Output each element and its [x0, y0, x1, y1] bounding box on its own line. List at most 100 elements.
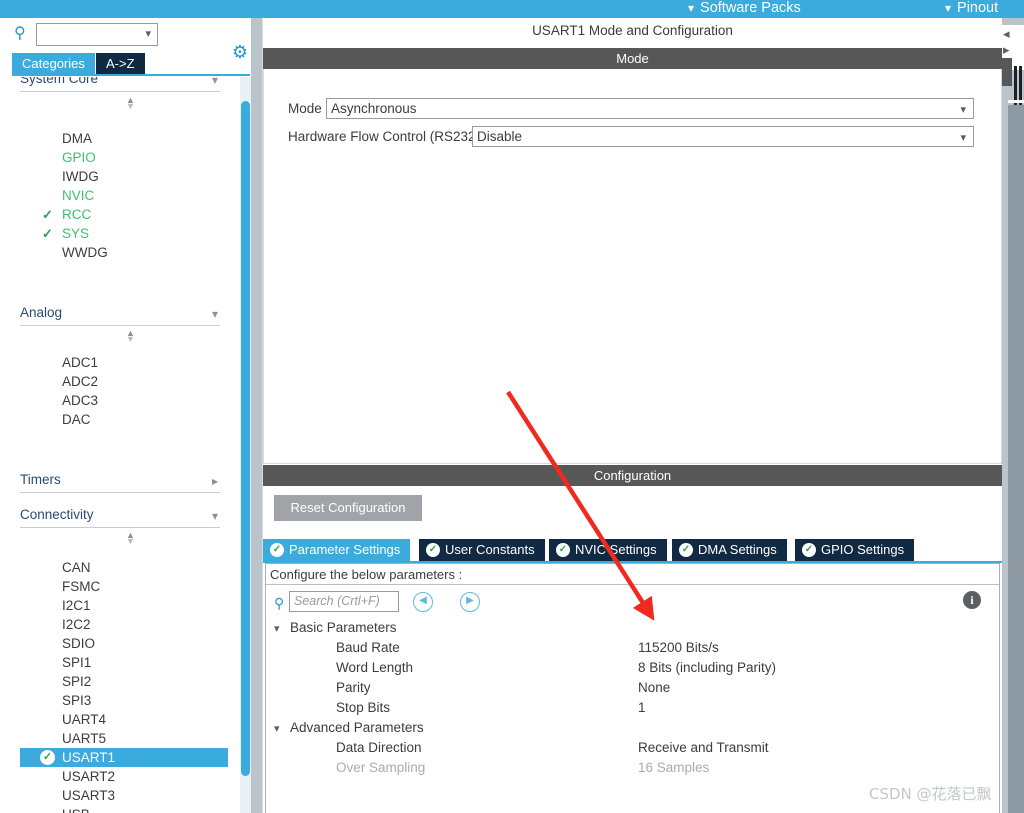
sidebar-scrollbar-thumb[interactable]: [241, 101, 250, 776]
sidebar-item-nvic[interactable]: NVIC: [20, 186, 228, 205]
sidebar-item-spi1[interactable]: SPI1: [20, 653, 228, 672]
param-value-word-length[interactable]: 8 Bits (including Parity): [638, 658, 968, 678]
sidebar-splitter[interactable]: [251, 18, 262, 813]
reset-configuration-button[interactable]: Reset Configuration: [274, 495, 422, 521]
group-label-system-core: System Core: [20, 77, 99, 86]
sidebar-item-i2c2[interactable]: I2C2: [20, 615, 228, 634]
param-group-label: Basic Parameters: [290, 620, 397, 635]
sidebar-item-label: GPIO: [62, 150, 96, 165]
sidebar-item-label: SPI3: [62, 693, 92, 708]
sidebar-item-sdio[interactable]: SDIO: [20, 634, 228, 653]
tab-a-to-z[interactable]: A->Z: [96, 53, 145, 74]
sidebar-item-label: DAC: [62, 412, 91, 427]
right-gutter-panel[interactable]: [1008, 105, 1024, 813]
info-icon[interactable]: i: [963, 591, 981, 609]
param-value-over-sampling: 16 Samples: [638, 760, 710, 775]
group-header-analog[interactable]: Analog ▾: [20, 303, 220, 326]
parameter-search-input[interactable]: Search (Crtl+F): [289, 591, 399, 612]
sidebar-item-usart2[interactable]: USART2: [20, 767, 228, 786]
sidebar-item-adc1[interactable]: ADC1: [20, 353, 228, 372]
sidebar-item-label: IWDG: [62, 169, 99, 184]
param-group-label: Advanced Parameters: [290, 720, 424, 735]
sidebar-item-label: RCC: [62, 207, 92, 222]
sidebar-item-gpio[interactable]: GPIO: [20, 148, 228, 167]
param-group-basic-parameters[interactable]: ▾ Basic Parameters: [274, 618, 974, 638]
sidebar-item-label: SYS: [62, 226, 90, 241]
right-gutter-marker: [1002, 58, 1012, 86]
sidebar-tabs-underline: [12, 74, 250, 76]
scroll-spinner-system-core[interactable]: ▲ ▼: [124, 96, 137, 111]
parameter-hint: Configure the below parameters :: [266, 564, 999, 585]
tab-nvic-settings[interactable]: ✓ NVIC Settings: [549, 539, 668, 561]
sidebar-item-sys[interactable]: ✓ SYS: [20, 224, 228, 243]
sidebar-item-uart5[interactable]: UART5: [20, 729, 228, 748]
sidebar-item-label: SPI1: [62, 655, 92, 670]
watermark: CSDN @花落已飘: [869, 785, 992, 803]
sidebar-item-usb[interactable]: USB: [20, 805, 228, 813]
hardware-flow-control-select[interactable]: Disable ▾: [472, 126, 974, 147]
sidebar-search-row: ⚲ ▾: [0, 18, 255, 52]
chevron-down-icon: ▾: [274, 723, 280, 735]
sidebar-item-spi2[interactable]: SPI2: [20, 672, 228, 691]
sidebar-item-dma[interactable]: DMA: [20, 129, 228, 148]
sidebar-item-usart1[interactable]: ✓ USART1: [20, 748, 228, 767]
sidebar-item-usart3[interactable]: USART3: [20, 786, 228, 805]
peripheral-sidebar: ⚲ ▾ ⚙ Categories A->Z System Core ▾ ▲ ▼ D…: [0, 18, 255, 813]
scroll-spinner-connectivity[interactable]: ▲ ▼: [124, 531, 137, 546]
sidebar-item-wwdg[interactable]: WWDG: [20, 243, 228, 262]
pinout-menu[interactable]: ▾ Pinout: [945, 0, 998, 18]
sidebar-item-rcc[interactable]: ✓ RCC: [20, 205, 228, 224]
sidebar-item-iwdg[interactable]: IWDG: [20, 167, 228, 186]
group-header-connectivity[interactable]: Connectivity ▾: [20, 505, 220, 528]
spinner-down-icon: ▼: [126, 536, 135, 546]
tab-user-constants[interactable]: ✓ User Constants: [419, 539, 546, 561]
software-packs-label: Software Packs: [700, 0, 801, 16]
sidebar-item-label: FSMC: [62, 579, 101, 594]
collapse-left-icon[interactable]: ◂: [1003, 26, 1015, 42]
mode-select-value: Asynchronous: [331, 101, 417, 116]
chevron-down-icon: ▾: [688, 1, 695, 15]
sidebar-item-fsmc[interactable]: FSMC: [20, 577, 228, 596]
search-prev-button[interactable]: ◀: [413, 592, 433, 612]
software-packs-menu[interactable]: ▾ Software Packs: [688, 0, 801, 18]
group-header-system-core[interactable]: System Core ▾: [20, 77, 220, 92]
param-value-baud-rate[interactable]: 115200 Bits/s: [638, 638, 968, 658]
sidebar-item-adc2[interactable]: ADC2: [20, 372, 228, 391]
tab-categories[interactable]: Categories: [12, 53, 95, 74]
param-value-data-direction[interactable]: Receive and Transmit: [638, 738, 968, 758]
search-icon: ⚲: [274, 595, 285, 611]
sidebar-item-label: WWDG: [62, 245, 108, 260]
check-circle-icon: ✓: [802, 543, 816, 557]
tab-dma-settings[interactable]: ✓ DMA Settings: [672, 539, 788, 561]
configuration-tabbar: ✓ Parameter Settings ✓ User Constants ✓ …: [263, 539, 1002, 562]
sidebar-search-combo[interactable]: ▾: [36, 23, 158, 46]
sidebar-item-label: CAN: [62, 560, 91, 575]
check-icon: ✓: [42, 207, 53, 222]
param-value-parity[interactable]: None: [638, 678, 968, 698]
chevron-down-icon: ▾: [145, 28, 151, 40]
mode-select[interactable]: Asynchronous ▾: [326, 98, 974, 119]
spinner-down-icon: ▼: [126, 101, 135, 111]
param-group-advanced-parameters[interactable]: ▾ Advanced Parameters: [274, 718, 974, 738]
sidebar-item-can[interactable]: CAN: [20, 558, 228, 577]
param-name-stop-bits: Stop Bits: [336, 700, 391, 715]
param-name-baud-rate: Baud Rate: [336, 640, 400, 655]
sidebar-item-dac[interactable]: DAC: [20, 410, 228, 429]
search-next-button[interactable]: ▶: [460, 592, 480, 612]
sidebar-item-adc3[interactable]: ADC3: [20, 391, 228, 410]
sidebar-item-label: ADC2: [62, 374, 99, 389]
tab-parameter-settings[interactable]: ✓ Parameter Settings: [263, 539, 412, 561]
sidebar-item-spi3[interactable]: SPI3: [20, 691, 228, 710]
tab-gpio-settings[interactable]: ✓ GPIO Settings: [795, 539, 916, 561]
param-name-over-sampling: Over Sampling: [336, 760, 426, 775]
chevron-down-icon: ▾: [274, 623, 280, 635]
sidebar-item-label: SDIO: [62, 636, 96, 651]
page-title: USART1 Mode and Configuration: [263, 18, 1002, 45]
scroll-spinner-analog[interactable]: ▲ ▼: [124, 329, 137, 344]
peripheral-tree: System Core ▾ ▲ ▼ DMA GPIO IWDG NVIC ✓ RCC…: [12, 77, 238, 813]
sidebar-item-uart4[interactable]: UART4: [20, 710, 228, 729]
param-value-stop-bits[interactable]: 1: [638, 698, 968, 718]
group-header-timers[interactable]: Timers ▸: [20, 470, 220, 493]
expand-right-icon[interactable]: ▸: [1003, 42, 1015, 58]
sidebar-item-i2c1[interactable]: I2C1: [20, 596, 228, 615]
